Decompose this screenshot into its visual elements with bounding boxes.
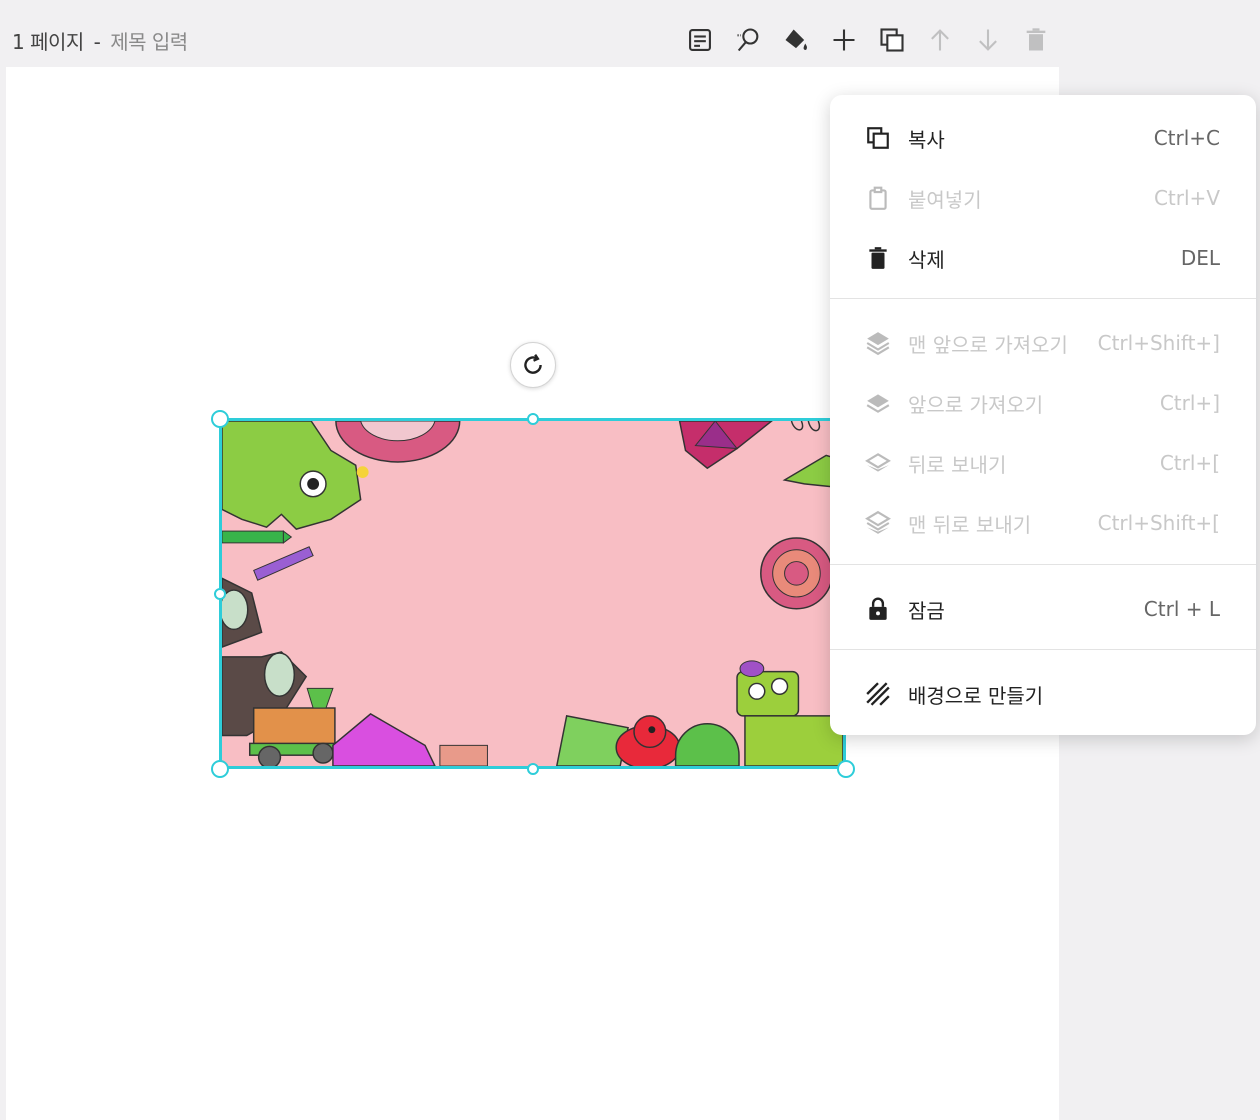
layer-forward-icon — [864, 389, 892, 417]
magic-select-icon — [737, 28, 759, 52]
menu-item-bring-to-front[interactable]: 맨 앞으로 가져오기 Ctrl+Shift+] — [830, 313, 1256, 373]
menu-item-shortcut: Ctrl+V — [1153, 186, 1220, 210]
menu-item-label: 뒤로 보내기 — [908, 452, 1007, 477]
page-toolbar — [676, 20, 1060, 60]
page-title-input[interactable]: 제목 입력 — [110, 30, 188, 54]
rotate-icon — [524, 354, 542, 374]
arrow-down-icon — [979, 29, 997, 51]
page-title[interactable]: 1 페이지 - 제목 입력 — [12, 26, 188, 55]
toy-frame-illustration — [222, 421, 843, 766]
layers-back-icon — [864, 509, 892, 537]
layer-backward-icon — [864, 449, 892, 477]
menu-item-shortcut: Ctrl+Shift+[ — [1097, 511, 1220, 535]
add-icon — [833, 29, 855, 51]
lock-icon — [864, 595, 892, 623]
menu-item-label: 배경으로 만들기 — [908, 683, 1044, 708]
menu-item-delete[interactable]: 삭제 DEL — [830, 228, 1256, 288]
resize-handle-bottom-left[interactable] — [211, 760, 229, 778]
add-page-button[interactable] — [820, 20, 868, 60]
menu-divider — [830, 564, 1256, 565]
move-page-down-button[interactable] — [964, 20, 1012, 60]
menu-item-copy[interactable]: 복사 Ctrl+C — [830, 108, 1256, 168]
menu-item-label: 붙여넣기 — [908, 187, 982, 212]
memo-button[interactable] — [676, 20, 724, 60]
menu-item-label: 잠금 — [908, 598, 945, 623]
menu-item-shortcut: Ctrl+C — [1153, 126, 1220, 150]
top-bar: 1 페이지 - 제목 입력 — [0, 0, 1260, 66]
menu-divider — [830, 649, 1256, 650]
fill-color-button[interactable] — [772, 20, 820, 60]
menu-item-send-backward[interactable]: 뒤로 보내기 Ctrl+[ — [830, 433, 1256, 493]
page-number: 1 페이지 — [12, 30, 84, 54]
delete-page-button[interactable] — [1012, 20, 1060, 60]
menu-item-lock[interactable]: 잠금 Ctrl + L — [830, 579, 1256, 639]
menu-item-shortcut: Ctrl+Shift+] — [1097, 331, 1220, 355]
duplicate-page-button[interactable] — [868, 20, 916, 60]
menu-item-bring-forward[interactable]: 앞으로 가져오기 Ctrl+] — [830, 373, 1256, 433]
resize-handle-bottom-right[interactable] — [837, 760, 855, 778]
move-page-up-button[interactable] — [916, 20, 964, 60]
trash-icon — [1026, 28, 1046, 51]
rotate-handle[interactable] — [510, 342, 556, 388]
menu-item-shortcut: Ctrl+[ — [1159, 451, 1220, 475]
background-hatch-icon — [864, 680, 892, 708]
magic-select-button[interactable] — [724, 20, 772, 60]
menu-item-label: 복사 — [908, 127, 945, 152]
copy-icon — [864, 124, 892, 152]
clipboard-icon — [864, 184, 892, 212]
context-menu: 복사 Ctrl+C 붙여넣기 Ctrl+V 삭제 DEL 맨 앞으로 가져오기 … — [830, 95, 1256, 735]
duplicate-icon — [880, 28, 904, 52]
title-separator: - — [93, 30, 101, 54]
menu-item-label: 맨 앞으로 가져오기 — [908, 332, 1068, 357]
resize-handle-left[interactable] — [214, 588, 226, 600]
menu-item-label: 앞으로 가져오기 — [908, 392, 1044, 417]
menu-item-send-to-back[interactable]: 맨 뒤로 보내기 Ctrl+Shift+[ — [830, 493, 1256, 553]
menu-item-set-as-background[interactable]: 배경으로 만들기 — [830, 664, 1256, 724]
resize-handle-top-left[interactable] — [211, 410, 229, 428]
menu-item-shortcut: Ctrl+] — [1159, 391, 1220, 415]
layers-front-icon — [864, 329, 892, 357]
menu-item-shortcut: Ctrl + L — [1143, 597, 1220, 621]
arrow-up-icon — [931, 29, 949, 51]
menu-item-paste[interactable]: 붙여넣기 Ctrl+V — [830, 168, 1256, 228]
menu-item-shortcut: DEL — [1180, 246, 1220, 270]
selected-image[interactable] — [219, 418, 846, 769]
resize-handle-bottom[interactable] — [527, 763, 539, 775]
menu-divider — [830, 298, 1256, 299]
menu-item-label: 삭제 — [908, 247, 945, 272]
resize-handle-top[interactable] — [527, 413, 539, 425]
trash-icon — [864, 244, 892, 272]
paint-bucket-icon — [785, 29, 807, 50]
menu-item-label: 맨 뒤로 보내기 — [908, 512, 1032, 537]
memo-icon — [689, 29, 711, 51]
